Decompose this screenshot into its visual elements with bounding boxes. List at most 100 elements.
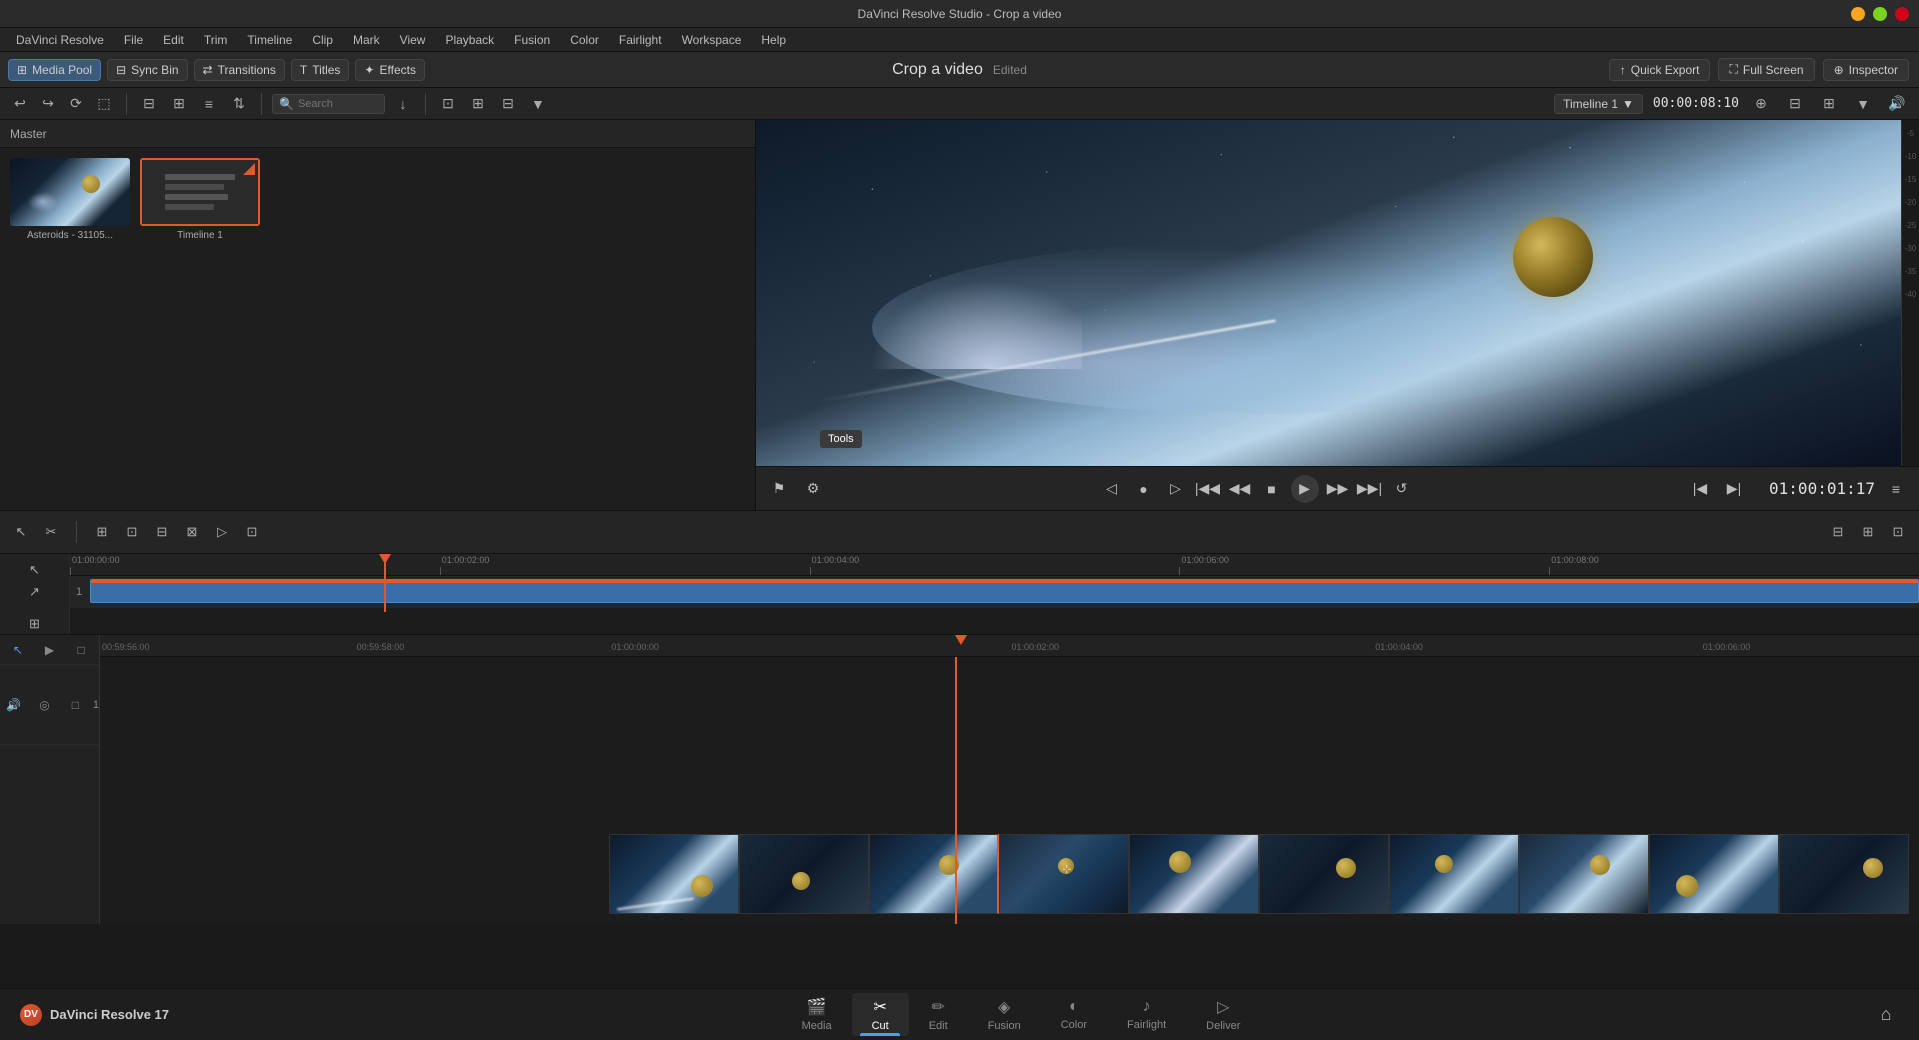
tb2-options[interactable]: ▼ — [1851, 92, 1875, 116]
transitions-button[interactable]: ⇄ Transitions — [194, 59, 285, 81]
et-tool2[interactable]: ⊡ — [119, 519, 145, 545]
audio-icon[interactable]: 🔊 — [0, 693, 27, 717]
pb-marker[interactable]: ● — [1131, 476, 1157, 502]
tb2-list[interactable]: ≡ — [197, 92, 221, 116]
lt-tool-snip[interactable]: ↗ — [17, 584, 53, 600]
nav-items: 🎬 Media ✂ Cut ✏ Edit ◈ Fusion ◐ Color ♪ — [782, 993, 1261, 1036]
menu-mark[interactable]: Mark — [345, 31, 388, 49]
menu-edit[interactable]: Edit — [155, 31, 192, 49]
menu-timeline[interactable]: Timeline — [239, 31, 300, 49]
et-tool3[interactable]: ⊟ — [149, 519, 175, 545]
minimize-button[interactable]: — — [1851, 7, 1865, 21]
et-cut[interactable]: ✂ — [38, 519, 64, 545]
audio-lock-icon[interactable]: □ — [62, 693, 89, 717]
menu-fusion[interactable]: Fusion — [506, 31, 558, 49]
tb2-view4[interactable]: ▼ — [526, 92, 550, 116]
audio-mute-icon[interactable]: ◎ — [31, 693, 58, 717]
media-pool-button[interactable]: ⊞ Media Pool — [8, 59, 101, 81]
nav-item-color[interactable]: ◐ Color — [1041, 994, 1107, 1035]
pb-flag[interactable]: ⚑ — [766, 476, 792, 502]
pb-step-fwd-right[interactable]: ▷ — [1163, 476, 1189, 502]
menu-help[interactable]: Help — [753, 31, 794, 49]
lt-tool-layer[interactable]: ⊞ — [17, 616, 53, 632]
nav-item-cut[interactable]: ✂ Cut — [852, 993, 909, 1036]
pb-rewind[interactable]: ◀◀ — [1227, 476, 1253, 502]
upper-panels: Master Asteroids - 31105... — [0, 120, 1919, 510]
et-right1[interactable]: ⊟ — [1825, 519, 1851, 545]
menu-view[interactable]: View — [392, 31, 434, 49]
menu-file[interactable]: File — [116, 31, 151, 49]
pb-settings[interactable]: ⚙ — [800, 476, 826, 502]
et-right2[interactable]: ⊞ — [1855, 519, 1881, 545]
search-input[interactable] — [298, 98, 378, 110]
menu-clip[interactable]: Clip — [304, 31, 341, 49]
tb2-btn4[interactable]: ⬚ — [92, 92, 116, 116]
et-select[interactable]: ↖ — [8, 519, 34, 545]
pb-fast-fwd[interactable]: ▶▶ — [1325, 476, 1351, 502]
bt-ruler-mark-5: 01:00:06:00 — [1701, 639, 1751, 653]
bl-select-icon[interactable]: ↖ — [4, 638, 32, 662]
pb-go-start[interactable]: |◀◀ — [1195, 476, 1221, 502]
bl-play-icon[interactable]: ▶ — [36, 638, 64, 662]
menu-fairlight[interactable]: Fairlight — [611, 31, 670, 49]
edit-tool-group1: ↖ ✂ — [8, 519, 64, 545]
pb-stop[interactable]: ■ — [1259, 476, 1285, 502]
pb-go-end[interactable]: ▶▶| — [1357, 476, 1383, 502]
lt-tool-arrow[interactable]: ↖ — [17, 562, 53, 578]
menu-workspace[interactable]: Workspace — [674, 31, 750, 49]
pb-frame-back[interactable]: |◀ — [1687, 476, 1713, 502]
tb2-btn3[interactable]: ⟳ — [64, 92, 88, 116]
asteroids-thumbnail — [10, 158, 130, 226]
et-right3[interactable]: ⊡ — [1885, 519, 1911, 545]
media-item-timeline1[interactable]: Timeline 1 — [140, 158, 260, 241]
bt-ruler-mark-1: 00:59:58:00 — [355, 639, 405, 653]
ruler-tick-40: -40 — [1902, 291, 1919, 299]
tb2-scale-up[interactable]: ⊞ — [1817, 92, 1841, 116]
sync-bin-button[interactable]: ⊟ Sync Bin — [107, 59, 187, 81]
tb2-btn2[interactable]: ↪ — [36, 92, 60, 116]
quick-export-button[interactable]: ↑ Quick Export — [1609, 59, 1711, 81]
inspector-button[interactable]: ⊕ Inspector — [1823, 59, 1909, 81]
nav-item-edit[interactable]: ✏ Edit — [909, 993, 968, 1036]
et-tool5[interactable]: ▷ — [209, 519, 235, 545]
tb2-view2[interactable]: ⊞ — [466, 92, 490, 116]
menu-color[interactable]: Color — [562, 31, 607, 49]
menu-trim[interactable]: Trim — [196, 31, 236, 49]
tb2-grid2[interactable]: ⊞ — [167, 92, 191, 116]
effects-button[interactable]: ✦ Effects — [355, 59, 425, 81]
tb2-view3[interactable]: ⊟ — [496, 92, 520, 116]
pb-step-back-left[interactable]: ◁ — [1099, 476, 1125, 502]
timeline-selector[interactable]: Timeline 1 ▼ — [1554, 94, 1643, 114]
titles-button[interactable]: T Titles — [291, 59, 350, 81]
audio-track-header: 🔊 ◎ □ 1 — [0, 665, 99, 745]
video-clip-track1[interactable] — [90, 579, 1919, 603]
nav-item-deliver[interactable]: ▷ Deliver — [1186, 993, 1260, 1036]
media-item-asteroids[interactable]: Asteroids - 31105... — [10, 158, 130, 241]
nav-item-fusion[interactable]: ◈ Fusion — [968, 993, 1041, 1036]
et-tool6[interactable]: ⊡ — [239, 519, 265, 545]
et-tool4[interactable]: ⊠ — [179, 519, 205, 545]
nav-item-media[interactable]: 🎬 Media — [782, 993, 852, 1036]
film-frame-7 — [1389, 834, 1519, 914]
close-button[interactable]: ✕ — [1895, 7, 1909, 21]
menu-davinciresolve[interactable]: DaVinci Resolve — [8, 31, 112, 49]
tb2-grid1[interactable]: ⊟ — [137, 92, 161, 116]
pb-frame-fwd[interactable]: ▶| — [1721, 476, 1747, 502]
menu-playback[interactable]: Playback — [437, 31, 502, 49]
pb-play[interactable]: ▶ — [1291, 475, 1319, 503]
tb2-filter[interactable]: ↓ — [391, 92, 415, 116]
restore-button[interactable]: ⎕ — [1873, 7, 1887, 21]
tb2-scale-down[interactable]: ⊟ — [1783, 92, 1807, 116]
full-screen-button[interactable]: ⛶ Full Screen — [1718, 58, 1814, 81]
tb2-scope[interactable]: ⊕ — [1749, 92, 1773, 116]
tb2-sort[interactable]: ⇅ — [227, 92, 251, 116]
tb2-undo[interactable]: ↩ — [8, 92, 32, 116]
tb2-volume[interactable]: 🔊 — [1885, 92, 1909, 116]
home-button[interactable]: ⌂ — [1873, 1002, 1899, 1028]
et-tool1[interactable]: ⊞ — [89, 519, 115, 545]
pb-loop[interactable]: ↺ — [1389, 476, 1415, 502]
pb-more[interactable]: ≡ — [1883, 476, 1909, 502]
nav-item-fairlight[interactable]: ♪ Fairlight — [1107, 994, 1186, 1035]
tb2-view1[interactable]: ⊡ — [436, 92, 460, 116]
bl-square-icon[interactable]: □ — [67, 638, 95, 662]
